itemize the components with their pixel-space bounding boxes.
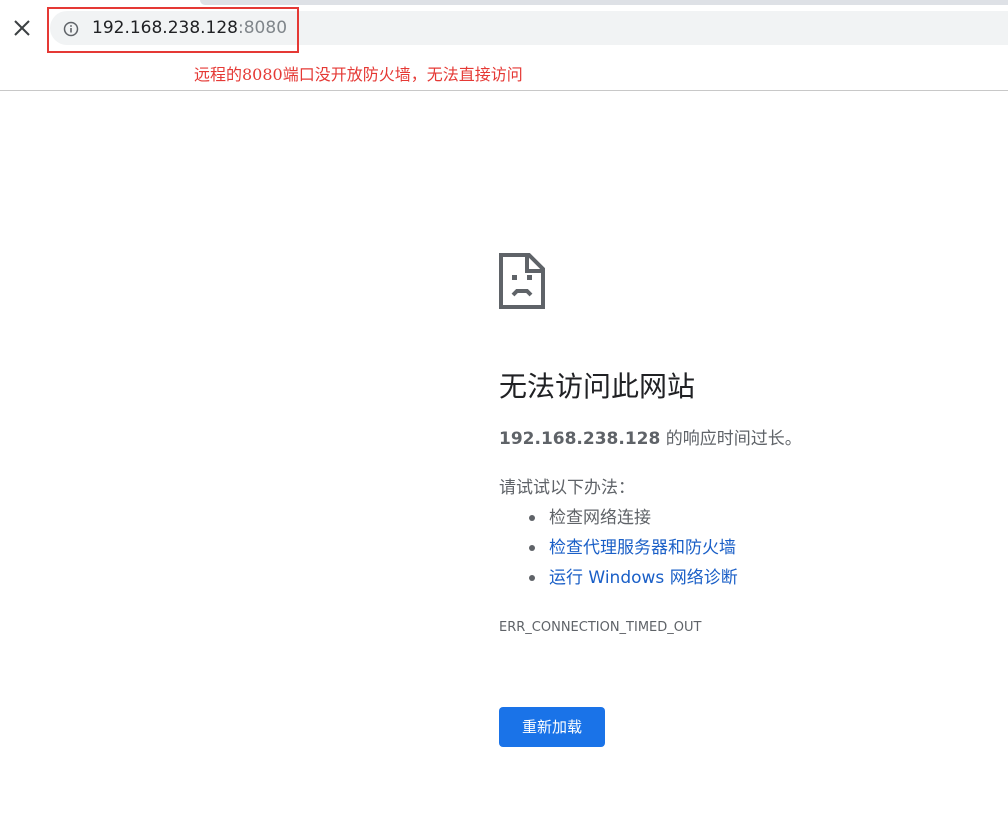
suggestion-check-proxy-firewall-link[interactable]: 检查代理服务器和防火墙 [499,536,738,566]
suggestion-label[interactable]: 检查代理服务器和防火墙 [549,538,736,558]
reload-button[interactable]: 重新加载 [499,707,605,747]
summary-text: 的响应时间过长。 [660,429,802,449]
suggestion-check-network: 检查网络连接 [499,506,738,536]
browser-toolbar: 192.168.238.128:8080 远程的8080端口没开放防火墙，无法直… [0,0,1008,91]
suggestion-label[interactable]: 运行 Windows 网络诊断 [549,568,738,588]
error-heading: 无法访问此网站 [499,370,696,403]
toolbar-divider [0,90,1008,91]
error-code: ERR_CONNECTION_TIMED_OUT [499,620,702,635]
annotation-highlight-box [47,7,299,53]
bullet-icon [529,575,535,581]
suggestions-title: 请试试以下办法： [499,478,635,498]
error-summary: 192.168.238.128 的响应时间过长。 [499,427,802,451]
tab-strip-edge [200,0,1008,5]
suggestions-list: 检查网络连接 检查代理服务器和防火墙 运行 Windows 网络诊断 [499,506,738,596]
bullet-icon [529,515,535,521]
bullet-icon [529,545,535,551]
suggestion-label: 检查网络连接 [549,508,651,528]
sad-document-icon [499,253,545,309]
close-icon[interactable] [8,14,36,42]
suggestion-windows-diagnostics-link[interactable]: 运行 Windows 网络诊断 [499,566,738,596]
annotation-text: 远程的8080端口没开放防火墙，无法直接访问 [194,65,523,84]
summary-host: 192.168.238.128 [499,429,661,449]
